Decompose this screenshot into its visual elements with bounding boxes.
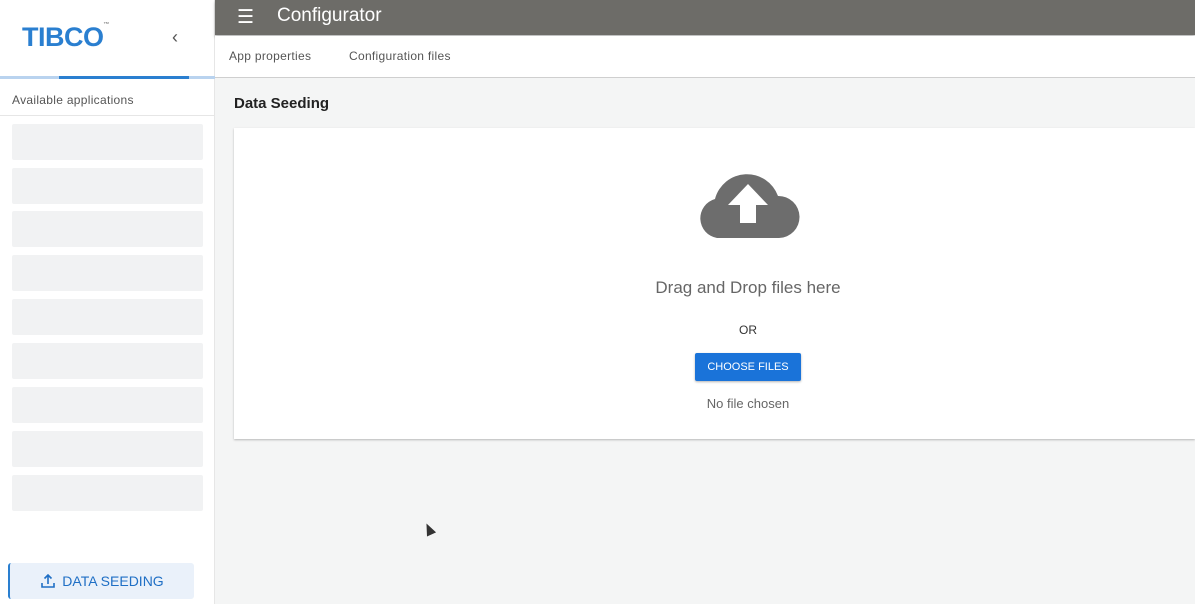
tab-bar: App properties Configuration files — [215, 36, 1195, 78]
app-skeleton — [12, 255, 203, 291]
app-title: Configurator — [277, 5, 382, 26]
data-seeding-button[interactable]: DATA SEEDING — [8, 563, 194, 599]
cloud-upload-icon — [700, 174, 800, 238]
app-skeleton — [12, 431, 203, 467]
tab-configuration-files[interactable]: Configuration files — [349, 49, 451, 63]
app-skeleton — [12, 475, 203, 511]
or-text: OR — [739, 323, 757, 337]
app-skeleton — [12, 299, 203, 335]
choose-files-button[interactable]: CHOOSE FILES — [695, 353, 801, 381]
file-drop-zone[interactable]: Drag and Drop files here OR CHOOSE FILES… — [234, 128, 1195, 439]
collapse-sidebar-chevron-icon[interactable]: ‹ — [172, 27, 178, 48]
page-title: Data Seeding — [234, 95, 330, 112]
app-skeleton — [12, 387, 203, 423]
hamburger-menu-icon[interactable]: ☰ — [237, 6, 254, 29]
mouse-cursor-icon — [421, 521, 437, 537]
drag-drop-text: Drag and Drop files here — [655, 278, 841, 297]
loading-progress-bar — [0, 76, 215, 79]
sidebar: TIBCO™ ‹ Available applications DATA SEE… — [0, 0, 215, 604]
divider — [0, 115, 215, 116]
logo-text: TIBCO — [22, 22, 104, 52]
upload-icon — [41, 573, 56, 588]
data-seeding-label: DATA SEEDING — [62, 573, 164, 589]
available-applications-label: Available applications — [12, 93, 134, 107]
top-app-bar: ☰ Configurator — [215, 0, 1195, 35]
app-skeleton — [12, 211, 203, 247]
tibco-logo: TIBCO™ — [22, 22, 109, 52]
file-status: No file chosen — [706, 396, 790, 411]
app-skeleton — [12, 343, 203, 379]
app-skeleton — [12, 124, 203, 160]
tab-app-properties[interactable]: App properties — [229, 49, 311, 63]
app-skeleton — [12, 168, 203, 204]
